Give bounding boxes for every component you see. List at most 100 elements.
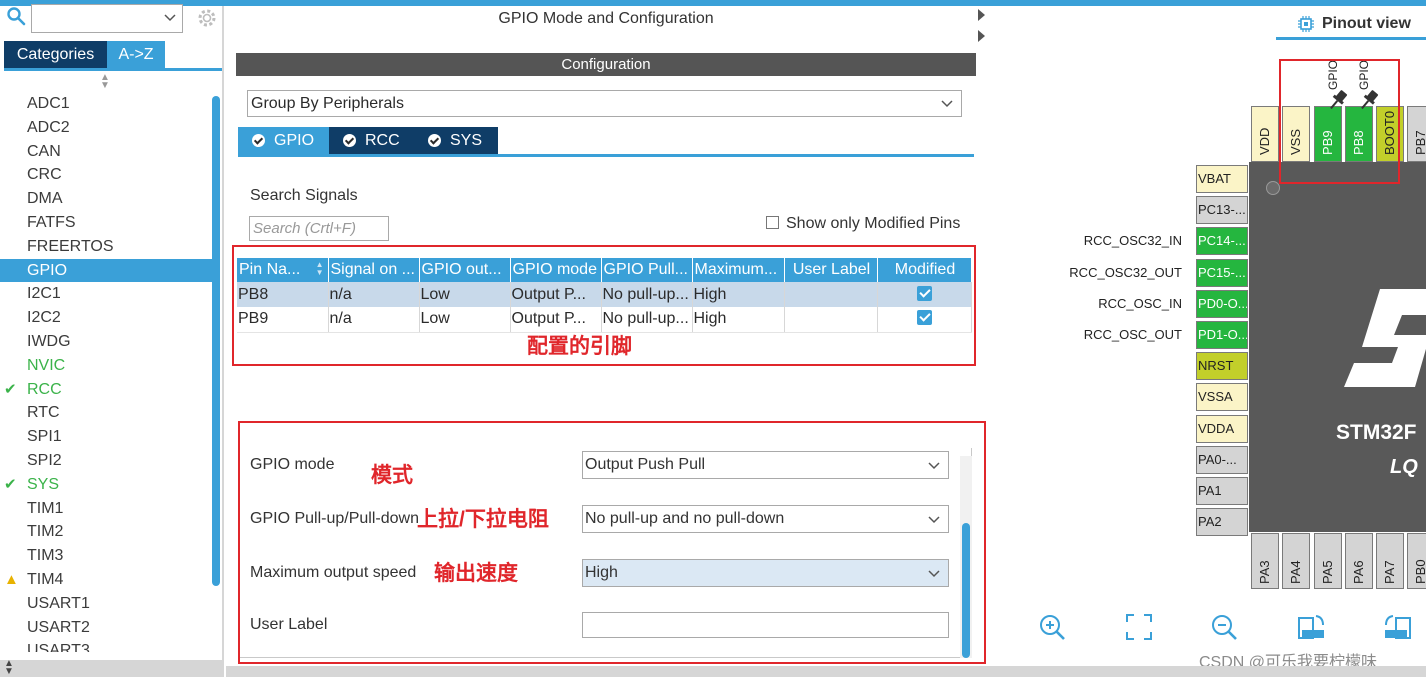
show-modified-label: Show only Modified Pins [786,215,961,232]
pin-pc15[interactable]: PC15-... [1196,258,1248,287]
pin-pa7[interactable]: PA7 [1376,533,1404,589]
sidebar-item-dma[interactable]: DMA [0,187,212,211]
zoom-in-icon[interactable] [1037,612,1067,642]
chevron-down-icon [164,14,176,22]
sidebar-item-spi1[interactable]: SPI1 [0,425,212,449]
chip-package: LQ [1390,456,1418,478]
show-modified-checkbox[interactable]: Show only Modified Pins [766,215,960,233]
sidebar-item-label: USART2 [27,618,90,636]
sidebar-item-sys[interactable]: ✔ SYS [0,473,212,497]
check-circle-icon [343,134,356,147]
sidebar-item-adc2[interactable]: ADC2 [0,116,212,140]
sidebar-item-label: TIM2 [27,523,64,541]
sidebar-item-rcc[interactable]: ✔ RCC [0,378,212,402]
check-circle-icon [428,134,441,147]
chevron-down-icon [941,100,953,108]
category-search-combo[interactable] [31,4,183,33]
checkbox-icon [766,216,779,229]
sidebar-item-usart3[interactable]: USART3 [0,639,212,652]
sidebar-item-gpio[interactable]: GPIO [0,258,212,283]
sidebar-item-spi2[interactable]: SPI2 [0,449,212,473]
sidebar-item-label: ADC2 [27,118,70,136]
sidebar-item-usart1[interactable]: USART1 [0,592,212,616]
rotate-right-icon[interactable] [1296,612,1326,642]
sidebar-item-freertos[interactable]: FREERTOS [0,235,212,259]
sidebar-item-label: USART3 [27,642,90,652]
sidebar-item-label: SPI2 [27,451,62,469]
pin-label: PA6 [1351,560,1366,584]
category-list-scrollbar[interactable] [212,96,220,586]
pin-pa0[interactable]: PA0-... [1196,445,1248,474]
sidebar-item-tim1[interactable]: TIM1 [0,497,212,521]
gear-icon[interactable] [196,7,218,29]
tab-label: SYS [450,132,483,149]
sidebar-item-label: CRC [27,166,62,184]
pin-vbat[interactable]: VBAT [1196,165,1248,193]
sidebar-item-rtc[interactable]: RTC [0,401,212,425]
search-signals-label: Search Signals [250,187,358,204]
search-icon[interactable] [6,6,26,26]
pin-pa4[interactable]: PA4 [1282,533,1310,589]
sidebar-item-tim2[interactable]: TIM2 [0,520,212,544]
sidebar-item-label: I2C1 [27,285,61,303]
sidebar-item-tim4[interactable]: ▲ TIM4 [0,568,212,592]
sidebar-item-tim3[interactable]: TIM3 [0,544,212,568]
pin-pc14[interactable]: PC14-... [1196,227,1248,256]
panel-splitter-icon[interactable] [976,6,986,46]
pin-label: PA7 [1382,560,1397,584]
tab-categories[interactable]: Categories [4,41,107,68]
pin-pa5[interactable]: PA5 [1314,533,1342,589]
chip-name: STM32F [1336,421,1417,444]
sort-icon[interactable]: ▲ ▼ [99,73,111,91]
pin-pd1-o[interactable]: PD1-O... [1196,321,1248,349]
search-signals-input[interactable]: Search (Crtl+F) [249,216,389,241]
fit-screen-icon[interactable] [1124,612,1154,642]
pin-pd0-o[interactable]: PD0-O... [1196,289,1248,318]
sidebar-item-adc1[interactable]: ADC1 [0,92,212,116]
pin-nrst[interactable]: NRST [1196,352,1248,381]
pin-label: VDD [1257,127,1272,155]
sidebar-item-i2c2[interactable]: I2C2 [0,306,212,330]
pin-pa3[interactable]: PA3 [1251,533,1279,589]
pin-vdd[interactable]: VDD [1251,106,1279,162]
tab-a-to-z[interactable]: A->Z [107,41,165,68]
pin-signal-label: RCC_OSC_OUT [1083,327,1182,342]
sidebar-item-label: SYS [27,475,60,493]
group-by-value: Group By Peripherals [251,95,404,112]
sidebar-item-label: TIM4 [27,570,64,588]
tab-sys[interactable]: SYS [414,127,498,154]
sidebar-item-crc[interactable]: CRC [0,163,212,187]
tab-gpio[interactable]: GPIO [238,127,329,154]
bottom-status-bar [226,666,1426,677]
pin-pa1[interactable]: PA1 [1196,477,1248,505]
sidebar-item-label: SPI1 [27,428,62,446]
collapse-arrows-icon[interactable]: ▲ ▼ [4,659,14,677]
pin-pb0[interactable]: PB0 [1407,533,1426,589]
sidebar-item-can[interactable]: CAN [0,140,212,164]
sidebar-item-i2c1[interactable]: I2C1 [0,282,212,306]
sidebar-item-nvic[interactable]: NVIC [0,354,212,378]
sidebar-item-iwdg[interactable]: IWDG [0,330,212,354]
pin1-marker [1266,181,1280,195]
annotation-box-gpio-pins [1279,59,1400,184]
pin-vdda[interactable]: VDDA [1196,414,1248,443]
pin-pc13[interactable]: PC13-... [1196,196,1248,225]
st-logo-icon [1344,289,1426,387]
pin-label: PA4 [1288,560,1303,584]
pin-signal-label: RCC_OSC32_OUT [1069,264,1182,280]
check-icon: ✔ [4,380,17,398]
pin-pb7[interactable]: PB7 [1407,106,1426,162]
zoom-out-icon[interactable] [1209,612,1239,642]
pin-pa2[interactable]: PA2 [1196,508,1248,537]
pin-vssa[interactable]: VSSA [1196,383,1248,412]
sidebar-item-label: USART1 [27,594,90,612]
chip-icon [1298,16,1314,32]
sidebar-item-usart2[interactable]: USART2 [0,616,212,640]
pin-pa6[interactable]: PA6 [1345,533,1373,589]
rotate-left-icon[interactable] [1383,612,1413,642]
tab-rcc[interactable]: RCC [329,127,414,154]
check-icon: ✔ [4,475,17,493]
group-by-select[interactable]: Group By Peripherals [247,90,962,117]
sidebar-item-label: TIM3 [27,547,64,565]
sidebar-item-fatfs[interactable]: FATFS [0,211,212,235]
